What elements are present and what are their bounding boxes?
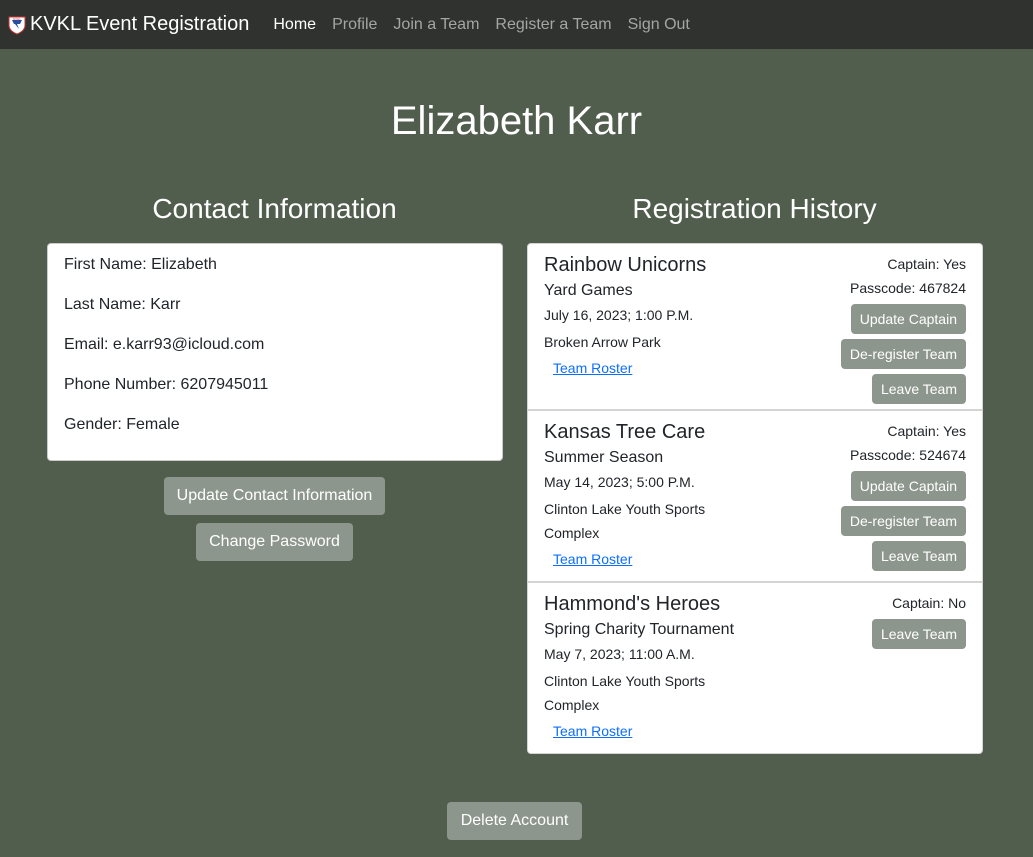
leave-team-button[interactable]: Leave Team (871, 374, 966, 404)
team-roster-link[interactable]: Team Roster (553, 723, 632, 739)
nav-sign-out[interactable]: Sign Out (628, 16, 690, 34)
team-roster-link[interactable]: Team Roster (553, 360, 632, 376)
navbar: KVKL KVKL Event Registration Home Profil… (0, 0, 1033, 49)
brand-link[interactable]: KVKL KVKL Event Registration (8, 13, 249, 36)
captain-status: Captain: No (892, 595, 966, 611)
registration-card: Rainbow Unicorns Yard Games July 16, 202… (527, 243, 983, 410)
svg-text:KVKL: KVKL (13, 17, 21, 21)
delete-account-button[interactable]: Delete Account (447, 802, 582, 840)
registration-actions: Captain: Yes Passcode: 467824 Update Cap… (840, 256, 966, 409)
update-captain-button[interactable]: Update Captain (850, 304, 966, 334)
nav-join-team[interactable]: Join a Team (393, 16, 479, 34)
leave-team-button[interactable]: Leave Team (871, 541, 966, 571)
email-text: Email: e.karr93@icloud.com (64, 336, 265, 353)
leave-team-button[interactable]: Leave Team (871, 619, 966, 649)
deregister-team-button[interactable]: De-register Team (840, 339, 966, 369)
deregister-team-button[interactable]: De-register Team (840, 506, 966, 536)
page-title: Elizabeth Karr (390, 99, 643, 143)
update-captain-button[interactable]: Update Captain (850, 471, 966, 501)
event-location: Clinton Lake Youth Sports Complex (544, 673, 706, 713)
event-location: Clinton Lake Youth Sports Complex (544, 501, 706, 541)
team-roster-link[interactable]: Team Roster (553, 551, 632, 567)
brand-title: KVKL Event Registration (30, 13, 250, 35)
nav-profile[interactable]: Profile (332, 16, 377, 34)
phone-text: Phone Number: 6207945011 (64, 376, 269, 393)
kvkl-logo-icon: KVKL (8, 15, 26, 35)
nav-links: Home Profile Join a Team Register a Team… (273, 16, 690, 34)
update-contact-button[interactable]: Update Contact Information (164, 477, 385, 515)
passcode: Passcode: 524674 (850, 447, 966, 463)
passcode: Passcode: 467824 (850, 280, 966, 296)
registration-actions: Captain: No Leave Team (871, 595, 966, 654)
nav-home[interactable]: Home (273, 16, 316, 34)
last-name-text: Last Name: Karr (64, 296, 181, 313)
nav-register-team[interactable]: Register a Team (495, 16, 611, 34)
history-heading: Registration History (632, 193, 877, 224)
registration-list: Rainbow Unicorns Yard Games July 16, 202… (527, 243, 983, 754)
change-password-button[interactable]: Change Password (196, 523, 353, 561)
event-location: Broken Arrow Park (544, 334, 661, 350)
registration-card: Hammond's Heroes Spring Charity Tourname… (527, 582, 983, 754)
captain-status: Captain: Yes (887, 423, 966, 439)
contact-heading: Contact Information (152, 193, 397, 224)
contact-card: First Name: Elizabeth Last Name: Karr Em… (47, 243, 503, 461)
first-name-text: First Name: Elizabeth (64, 256, 217, 273)
gender-text: Gender: Female (64, 416, 180, 433)
registration-card: Kansas Tree Care Summer Season May 14, 2… (527, 410, 983, 582)
captain-status: Captain: Yes (887, 256, 966, 272)
registration-actions: Captain: Yes Passcode: 524674 Update Cap… (840, 423, 966, 576)
